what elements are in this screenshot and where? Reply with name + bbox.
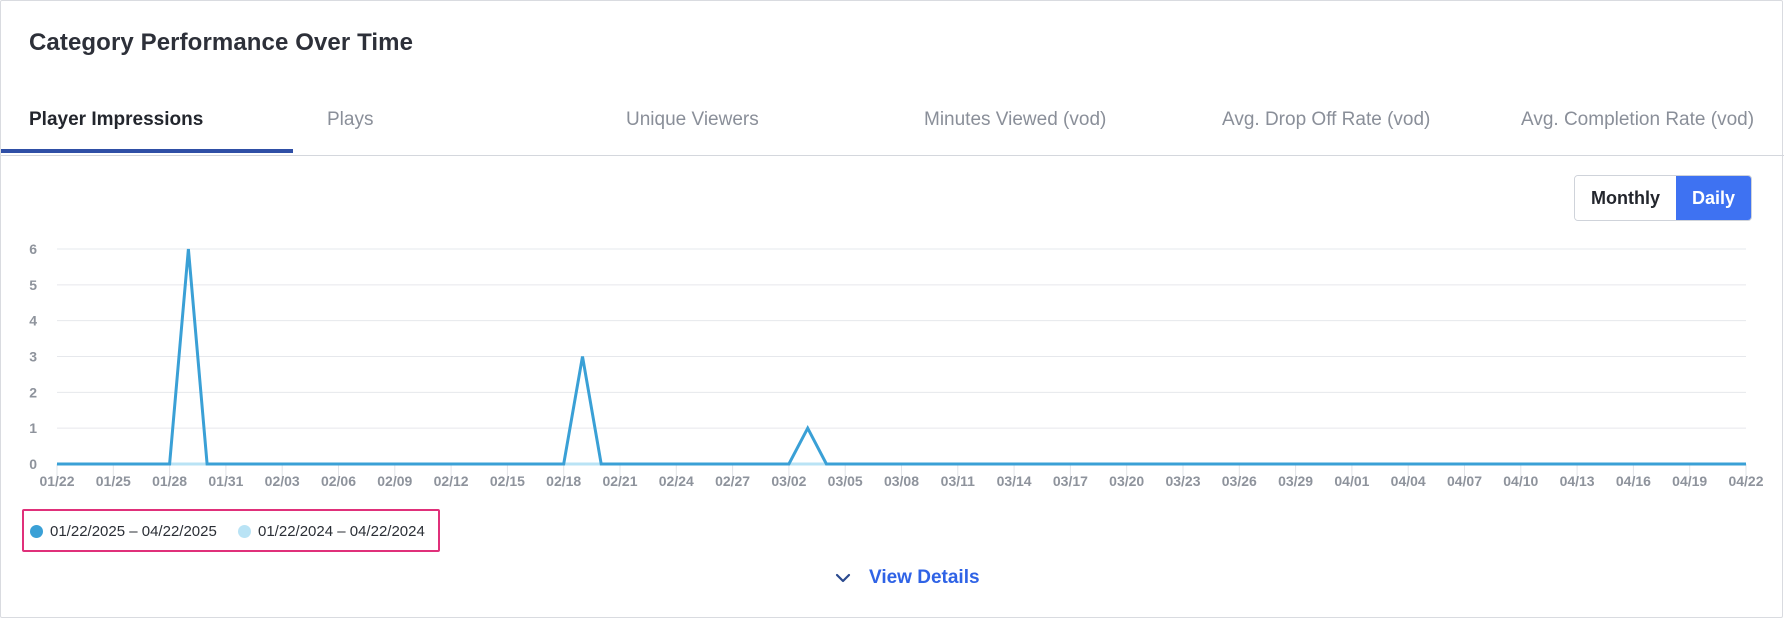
line-chart: 0 1 2 3 4 5 6 01/22 01/25 01/28 01/31 02/03 02/06 02/… <box>29 241 1764 489</box>
legend-item-current[interactable]: 01/22/2025 – 04/22/2025 <box>30 523 217 540</box>
legend-label-current: 01/22/2025 – 04/22/2025 <box>50 523 217 540</box>
x-tick-label: 03/23 <box>1165 473 1200 489</box>
y-tick-label: 2 <box>29 384 37 400</box>
x-tick-label: 02/06 <box>321 473 356 489</box>
x-tick-label: 02/24 <box>659 473 694 489</box>
x-tick-label: 02/15 <box>490 473 525 489</box>
x-tick-label: 02/18 <box>546 473 581 489</box>
x-tick-label: 04/22 <box>1728 473 1763 489</box>
x-tick-label: 04/13 <box>1560 473 1595 489</box>
x-tick-label: 01/31 <box>208 473 243 489</box>
x-tick-label: 03/02 <box>771 473 806 489</box>
view-details-button[interactable]: View Details <box>835 567 980 589</box>
x-tick-label: 03/29 <box>1278 473 1313 489</box>
y-tick-label: 0 <box>29 456 37 472</box>
legend: 01/22/2025 – 04/22/2025 01/22/2024 – 04/… <box>22 509 440 552</box>
y-tick-label: 5 <box>29 277 37 293</box>
x-tick-label: 02/21 <box>602 473 637 489</box>
y-tick-label: 1 <box>29 420 37 436</box>
x-tick-label: 02/27 <box>715 473 750 489</box>
x-tick-label: 01/28 <box>152 473 187 489</box>
category-performance-card: Category Performance Over Time Player Im… <box>0 0 1784 618</box>
x-tick-label: 02/03 <box>265 473 300 489</box>
x-tick-label: 01/25 <box>96 473 131 489</box>
x-tick-label: 03/05 <box>828 473 863 489</box>
x-tick-label: 03/17 <box>1053 473 1088 489</box>
legend-item-previous[interactable]: 01/22/2024 – 04/22/2024 <box>238 523 425 540</box>
legend-label-previous: 01/22/2024 – 04/22/2024 <box>258 523 425 540</box>
y-tick-label: 4 <box>29 313 37 329</box>
x-tick-label: 04/16 <box>1616 473 1651 489</box>
x-tick-label: 03/26 <box>1222 473 1257 489</box>
x-tick-label: 03/20 <box>1109 473 1144 489</box>
x-tick-label: 04/04 <box>1391 473 1426 489</box>
view-details-label: View Details <box>869 567 980 588</box>
legend-dot-previous <box>238 525 251 538</box>
x-tick-label: 01/22 <box>39 473 74 489</box>
x-tick-label: 04/19 <box>1672 473 1707 489</box>
legend-dot-current <box>30 525 43 538</box>
y-tick-label: 3 <box>29 349 37 365</box>
x-tick-label: 03/14 <box>997 473 1032 489</box>
x-tick-label: 03/11 <box>941 473 975 489</box>
x-tick-label: 03/08 <box>884 473 919 489</box>
x-tick-label: 04/10 <box>1503 473 1538 489</box>
x-tick-label: 02/12 <box>434 473 469 489</box>
x-tick-label: 02/09 <box>377 473 412 489</box>
x-tick-label: 04/01 <box>1334 473 1369 489</box>
x-tick-label: 04/07 <box>1447 473 1482 489</box>
chevron-down-icon <box>835 573 851 583</box>
y-tick-label: 6 <box>29 241 37 257</box>
